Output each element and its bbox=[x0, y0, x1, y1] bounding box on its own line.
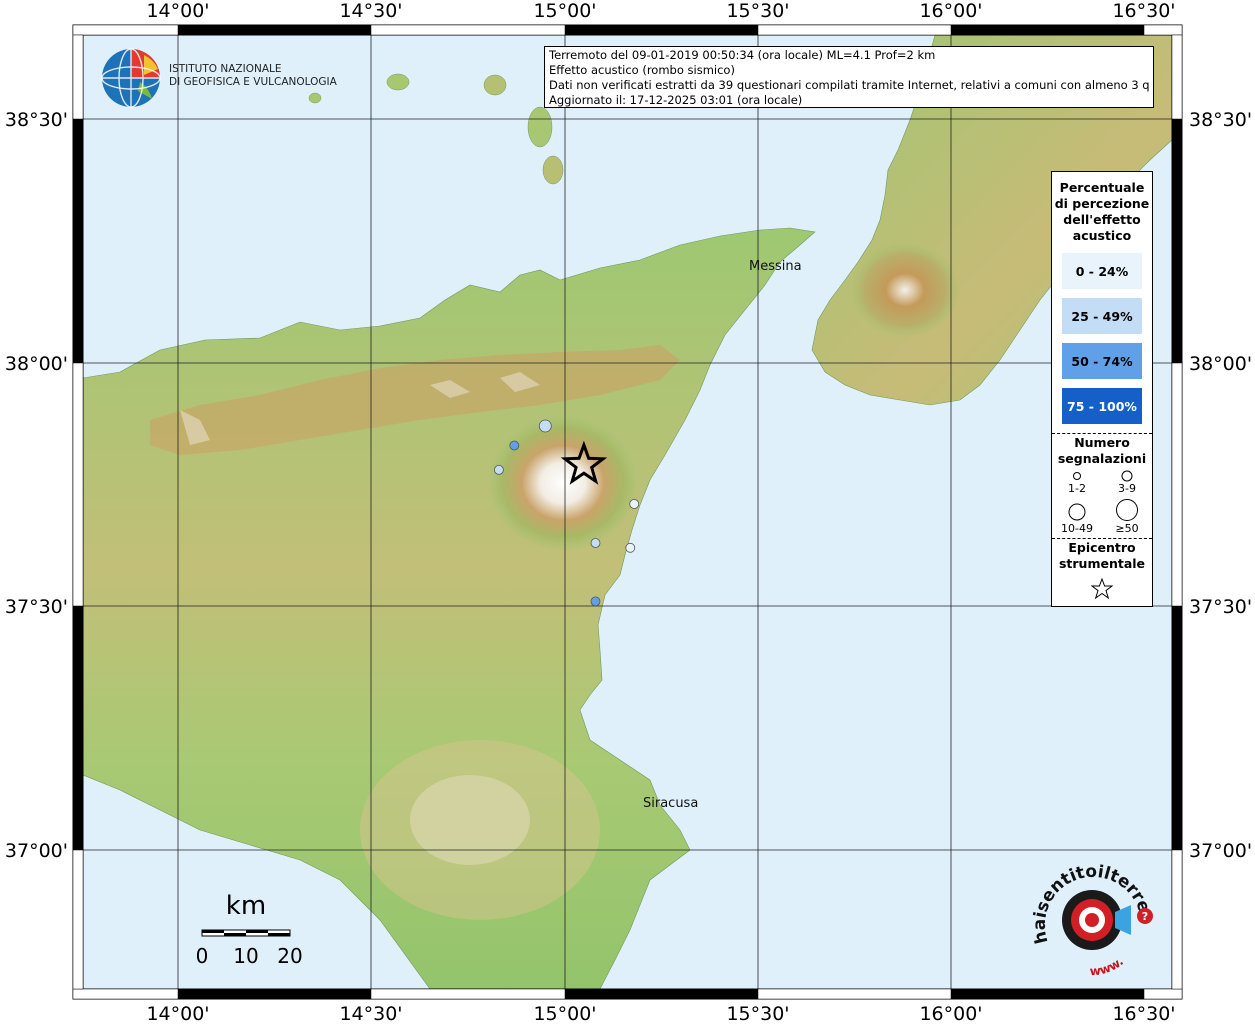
circle-small-icon bbox=[1073, 472, 1081, 480]
lat-label: 38°30' bbox=[1189, 109, 1252, 131]
lat-label: 37°30' bbox=[1189, 596, 1252, 618]
lat-label: 37°00' bbox=[1189, 840, 1252, 862]
island-vulcano bbox=[542, 155, 564, 185]
etna bbox=[488, 415, 638, 551]
legend-separator bbox=[1052, 433, 1152, 434]
lon-label: 16°30' bbox=[1112, 1003, 1175, 1024]
scale-label: 0 bbox=[196, 944, 209, 968]
island-lipari bbox=[527, 106, 553, 148]
event-updated: Aggiornato il: 17-12-2025 03:01 (ora loc… bbox=[549, 93, 803, 107]
legend-class-0-24: 0 - 24% bbox=[1062, 253, 1142, 289]
legend-separator bbox=[1052, 538, 1152, 539]
legend-count-grid: 1-2 3-9 10-49 ≥50 bbox=[1052, 469, 1152, 535]
lon-labels-bottom: 14°00' 14°30' 15°00' 15°30' 16°00' 16°30… bbox=[146, 1003, 1175, 1025]
legend-class-75-100: 75 - 100% bbox=[1062, 388, 1142, 424]
observation-point-3 bbox=[629, 499, 640, 509]
lon-label: 16°30' bbox=[1112, 0, 1175, 22]
lat-label: 37°30' bbox=[5, 596, 68, 618]
legend-count-title: Numero segnalazioni bbox=[1057, 435, 1147, 466]
ingv-logo: ISTITUTO NAZIONALE DI GEOFISICA E VULCAN… bbox=[100, 47, 340, 111]
event-info-box: Terremoto del 09-01-2019 00:50:34 (ora l… bbox=[544, 46, 1154, 108]
lat-labels-right: 38°30' 38°00' 37°30' 37°00' bbox=[1189, 109, 1252, 862]
legend-title: Percentuale di percezione dell'effetto a… bbox=[1052, 180, 1152, 244]
count-label: 3-9 bbox=[1118, 482, 1136, 495]
count-label: 10-49 bbox=[1061, 522, 1093, 535]
star-icon bbox=[1090, 577, 1114, 600]
event-title: Terremoto del 09-01-2019 00:50:34 (ora l… bbox=[549, 48, 936, 62]
lon-label: 14°30' bbox=[339, 0, 402, 22]
observation-point-5 bbox=[625, 542, 636, 553]
lon-label: 14°00' bbox=[146, 1003, 209, 1024]
scale-label: 20 bbox=[277, 944, 302, 968]
lat-label: 38°30' bbox=[5, 109, 68, 131]
legend-title-line: Percentuale bbox=[1059, 180, 1145, 195]
observation-point-4 bbox=[590, 538, 601, 548]
ingv-name-line1: ISTITUTO NAZIONALE bbox=[169, 63, 282, 75]
ingv-globe-icon bbox=[101, 48, 161, 108]
observation-point-1 bbox=[509, 440, 520, 451]
ingv-name-line2: DI GEOFISICA E VULCANOLOGIA bbox=[169, 76, 337, 88]
legend-title-line: acustico bbox=[1072, 228, 1132, 243]
legend: Percentuale di percezione dell'effetto a… bbox=[1051, 171, 1153, 607]
lon-labels-top: 14°00' 14°30' 15°00' 15°30' 16°00' 16°30… bbox=[146, 0, 1175, 22]
lon-label: 14°30' bbox=[339, 1003, 402, 1024]
lon-label: 14°00' bbox=[146, 0, 209, 22]
scale-bar: km 0 10 20 bbox=[190, 888, 310, 978]
island-salina bbox=[483, 74, 507, 96]
scale-unit: km bbox=[226, 891, 266, 921]
legend-title-line: dell'effetto bbox=[1063, 212, 1141, 227]
haisentito-logo: haisentitoilterremoto.it www. ? bbox=[1021, 835, 1160, 980]
event-data-note: Dati non verificati estratti da 39 quest… bbox=[549, 78, 1149, 92]
legend-class-50-74: 50 - 74% bbox=[1062, 343, 1142, 379]
lon-label: 16°00' bbox=[919, 0, 982, 22]
observation-point-2 bbox=[493, 464, 504, 475]
lon-label: 16°00' bbox=[919, 1003, 982, 1024]
lon-label: 15°00' bbox=[533, 1003, 596, 1024]
lat-label: 37°00' bbox=[5, 840, 68, 862]
circle-xlarge-icon bbox=[1116, 499, 1138, 521]
legend-class-25-49: 25 - 49% bbox=[1062, 298, 1142, 334]
count-label: 1-2 bbox=[1068, 482, 1086, 495]
city-siracusa: Siracusa bbox=[643, 796, 698, 811]
scale-label: 10 bbox=[233, 944, 258, 968]
lat-label: 38°00' bbox=[5, 353, 68, 375]
circle-large-icon bbox=[1068, 503, 1086, 521]
lat-labels-left: 38°30' 38°00' 37°30' 37°00' bbox=[5, 109, 68, 862]
haisentito-www: www. bbox=[1089, 954, 1126, 978]
observation-point-0 bbox=[538, 419, 552, 433]
lon-label: 15°30' bbox=[726, 0, 789, 22]
event-subtitle: Effetto acustico (rombo sismico) bbox=[549, 63, 735, 77]
question-mark-icon: ? bbox=[1142, 910, 1148, 923]
island-filicudi bbox=[386, 73, 410, 91]
legend-title-line: di percezione bbox=[1054, 196, 1150, 211]
lon-label: 15°00' bbox=[533, 0, 596, 22]
circle-medium-icon bbox=[1121, 470, 1133, 482]
lat-label: 38°00' bbox=[1189, 353, 1252, 375]
lon-label: 15°30' bbox=[726, 1003, 789, 1024]
aspromonte bbox=[850, 242, 960, 338]
observation-point-6 bbox=[590, 596, 601, 607]
city-messina: Messina bbox=[749, 259, 802, 274]
count-label: ≥50 bbox=[1115, 522, 1139, 535]
legend-epicenter-title: Epicentro strumentale bbox=[1058, 540, 1146, 571]
